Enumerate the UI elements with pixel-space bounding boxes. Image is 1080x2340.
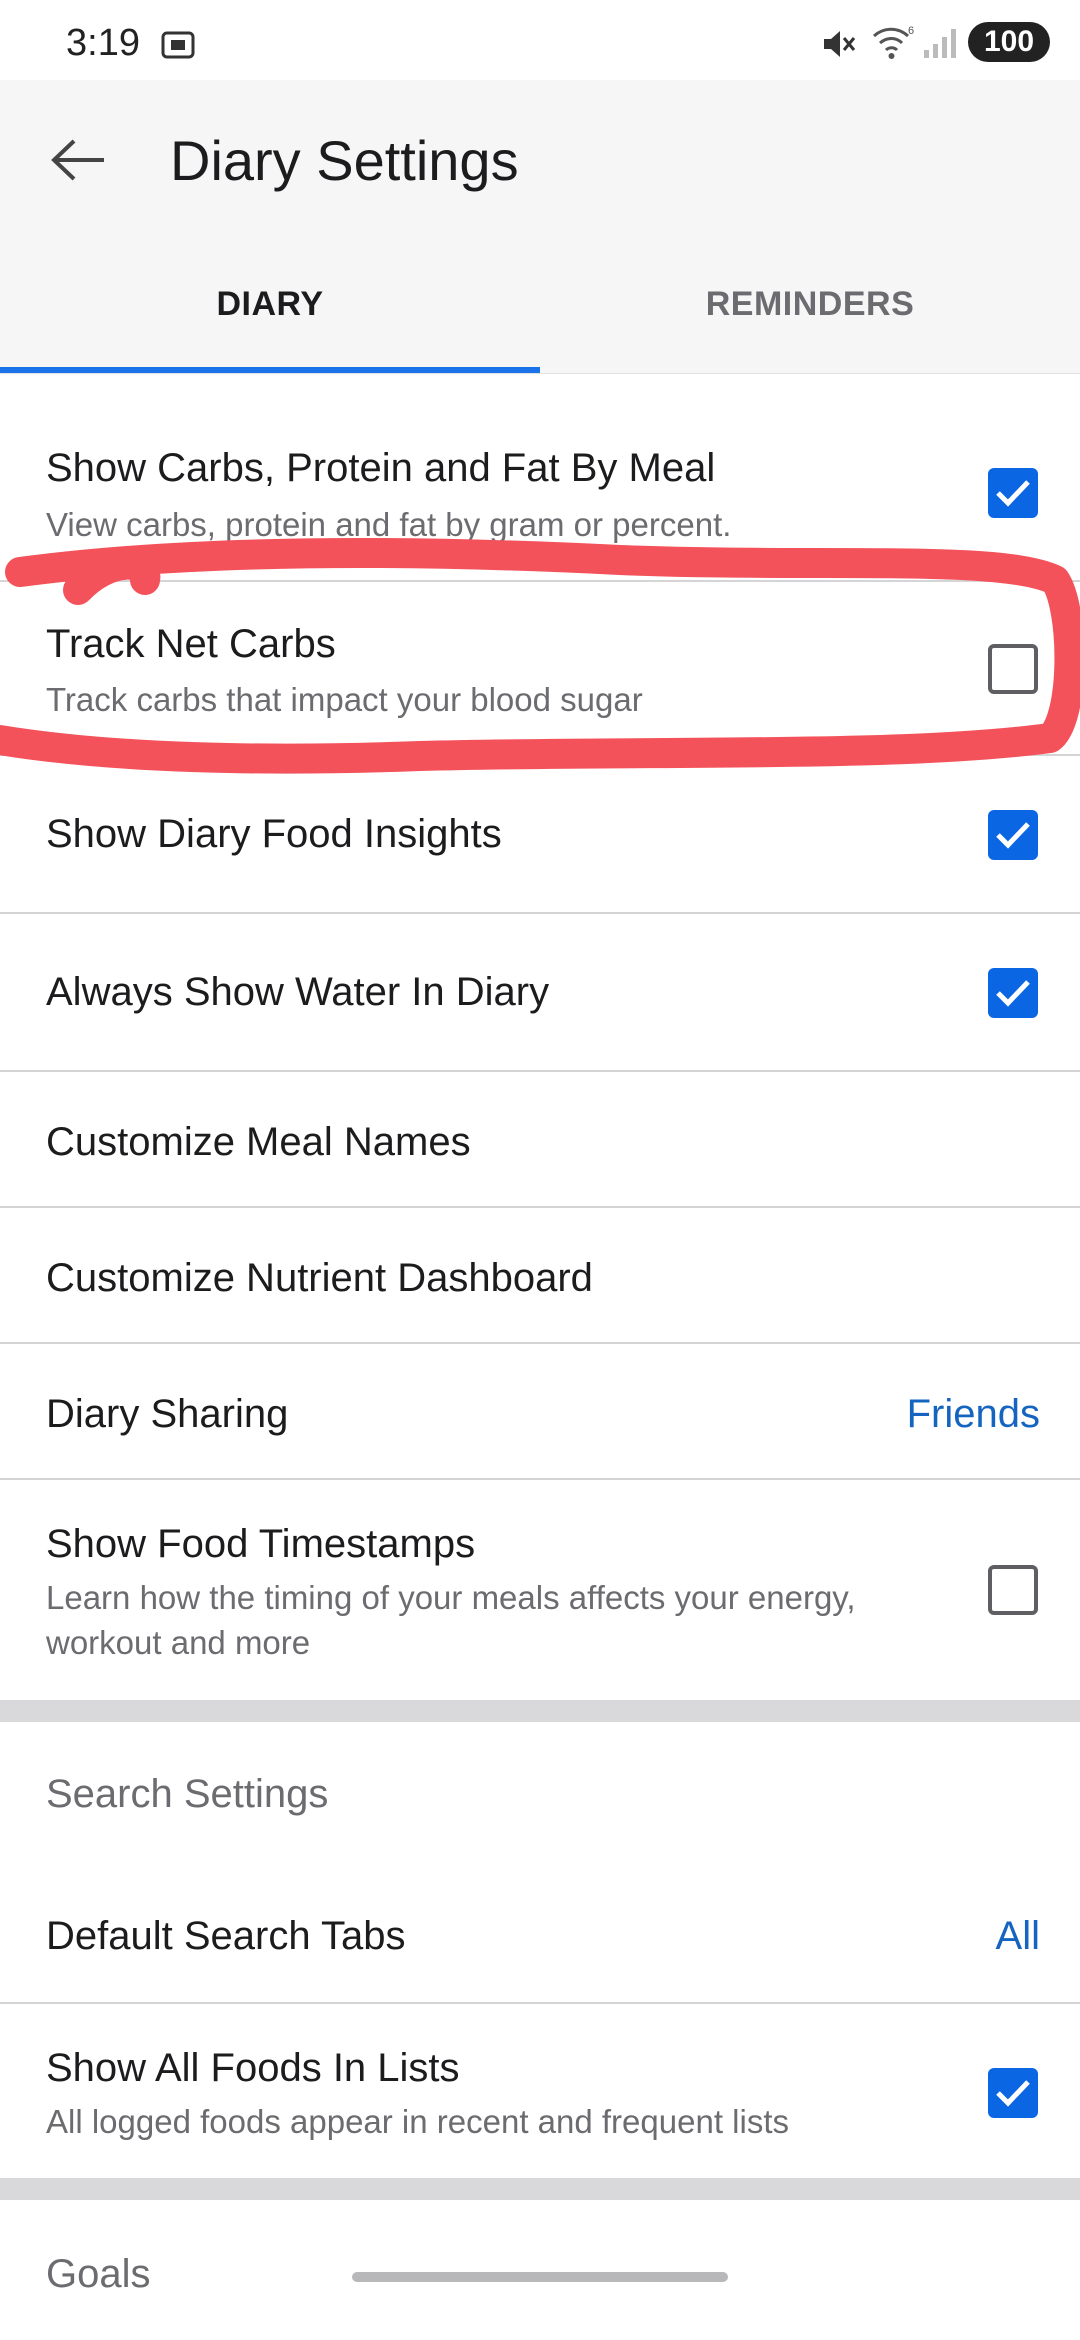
page-title: Diary Settings bbox=[170, 129, 519, 192]
mute-icon bbox=[824, 31, 856, 57]
setting-subtitle: View carbs, protein and fat by gram or p… bbox=[46, 506, 732, 543]
checkmark-icon bbox=[996, 822, 1030, 849]
setting-row-food-timestamps[interactable]: Show Food Timestamps Learn how the timin… bbox=[0, 1480, 1080, 1700]
svg-text:6: 6 bbox=[908, 25, 914, 37]
wifi-icon: 6 bbox=[872, 25, 914, 59]
status-bar: 3:19 6 100 bbox=[0, 0, 1080, 80]
home-indicator[interactable] bbox=[352, 2272, 728, 2282]
setting-row-show-all-foods[interactable]: Show All Foods In Lists All logged foods… bbox=[0, 2004, 1080, 2178]
setting-row-nutrient-dashboard[interactable]: Customize Nutrient Dashboard bbox=[0, 1208, 1080, 1344]
app-bar: Diary Settings DIARY REMINDERS bbox=[0, 80, 1080, 374]
checkbox-macros-by-meal[interactable] bbox=[988, 468, 1038, 518]
checkbox-show-all-foods[interactable] bbox=[988, 2068, 1038, 2118]
checkbox-track-net-carbs[interactable] bbox=[988, 644, 1038, 694]
section-heading-goals: Goals bbox=[46, 2252, 151, 2296]
setting-title: Default Search Tabs bbox=[46, 1914, 406, 1958]
back-arrow-icon[interactable] bbox=[48, 135, 108, 185]
status-time: 3:19 bbox=[66, 22, 140, 64]
signal-icon bbox=[924, 29, 956, 58]
setting-title: Customize Meal Names bbox=[46, 1120, 471, 1164]
diary-sharing-value[interactable]: Friends bbox=[907, 1392, 1040, 1437]
setting-title: Show Food Timestamps bbox=[46, 1522, 476, 1566]
battery-indicator: 100 bbox=[968, 22, 1050, 62]
section-heading-search-settings: Search Settings bbox=[46, 1772, 329, 1816]
setting-title: Always Show Water In Diary bbox=[46, 970, 550, 1014]
setting-title: Track Net Carbs bbox=[46, 622, 336, 666]
section-divider bbox=[0, 1700, 1080, 1722]
setting-row-diary-sharing[interactable]: Diary Sharing Friends bbox=[0, 1344, 1080, 1480]
setting-title: Customize Nutrient Dashboard bbox=[46, 1256, 593, 1300]
setting-row-meal-names[interactable]: Customize Meal Names bbox=[0, 1072, 1080, 1208]
setting-title: Diary Sharing bbox=[46, 1392, 289, 1436]
checkmark-icon bbox=[996, 980, 1030, 1007]
section-divider bbox=[0, 2178, 1080, 2200]
setting-subtitle: Learn how the timing of your meals affec… bbox=[46, 1579, 856, 1661]
checkbox-food-insights[interactable] bbox=[988, 810, 1038, 860]
default-search-tabs-value[interactable]: All bbox=[996, 1914, 1040, 1959]
setting-title: Show Diary Food Insights bbox=[46, 812, 502, 856]
tab-diary[interactable]: DIARY bbox=[0, 285, 540, 324]
tab-reminders[interactable]: REMINDERS bbox=[540, 285, 1080, 324]
checkbox-food-timestamps[interactable] bbox=[988, 1565, 1038, 1615]
setting-row-track-net-carbs[interactable]: Track Net Carbs Track carbs that impact … bbox=[0, 582, 1080, 756]
setting-row-macros-by-meal[interactable]: Show Carbs, Protein and Fat By Meal View… bbox=[0, 404, 1080, 582]
setting-subtitle: All logged foods appear in recent and fr… bbox=[46, 2103, 789, 2140]
setting-row-default-search-tabs[interactable]: Default Search Tabs All bbox=[0, 1872, 1080, 2004]
setting-title: Show Carbs, Protein and Fat By Meal bbox=[46, 446, 716, 490]
active-tab-indicator bbox=[0, 367, 540, 373]
checkmark-icon bbox=[996, 480, 1030, 507]
setting-title: Show All Foods In Lists bbox=[46, 2046, 460, 2090]
setting-row-food-insights[interactable]: Show Diary Food Insights bbox=[0, 756, 1080, 914]
setting-subtitle: Track carbs that impact your blood sugar bbox=[46, 681, 643, 718]
checkbox-water[interactable] bbox=[988, 968, 1038, 1018]
screenshot-icon bbox=[161, 31, 195, 59]
setting-row-water[interactable]: Always Show Water In Diary bbox=[0, 914, 1080, 1072]
checkmark-icon bbox=[996, 2080, 1030, 2107]
